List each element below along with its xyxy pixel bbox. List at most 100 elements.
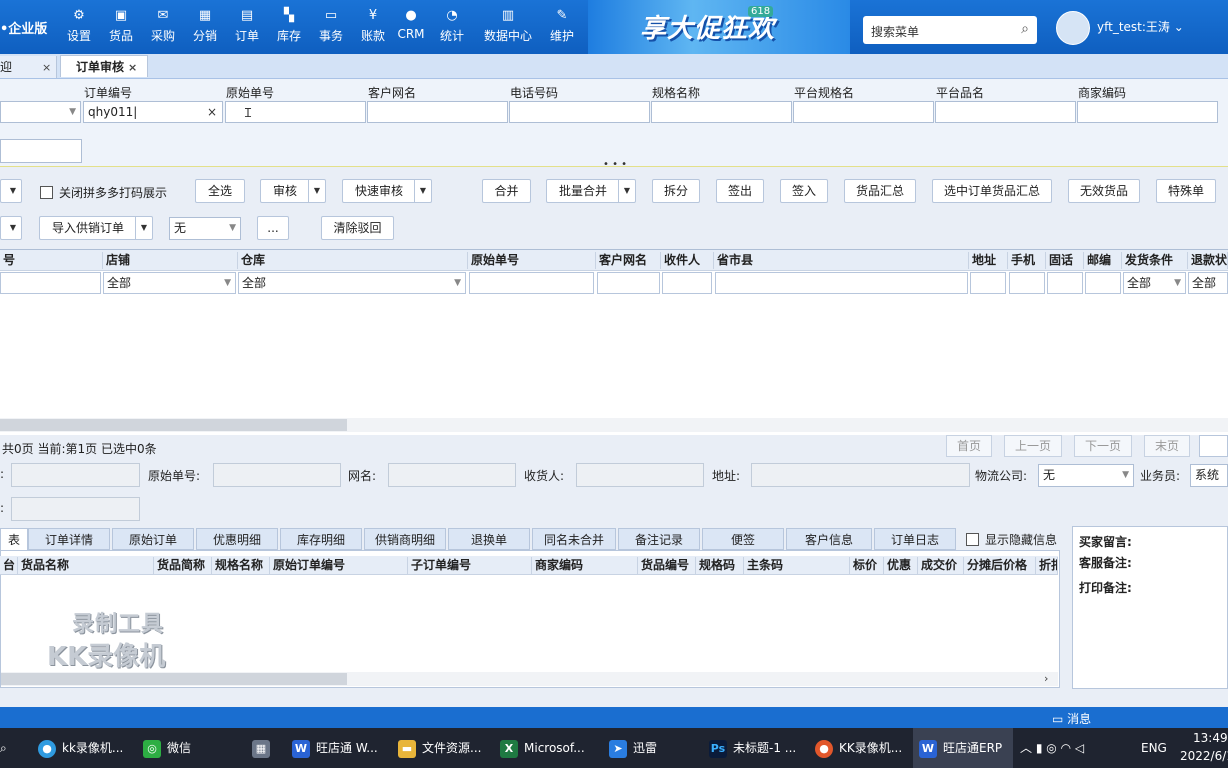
- col-allocated-price[interactable]: 分摊后价格: [964, 557, 1036, 574]
- chevron-right-icon[interactable]: ›: [1044, 672, 1048, 685]
- tab-welcome[interactable]: 迎 ×: [0, 56, 57, 78]
- nav-purchase[interactable]: ✉ 采购: [143, 8, 183, 44]
- col-region[interactable]: 省市县: [714, 252, 969, 269]
- btab-original-order[interactable]: 原始订单: [112, 528, 194, 550]
- taskbar-app-kk[interactable]: ● kk录像机...: [38, 738, 123, 758]
- col-deal-price[interactable]: 成交价: [918, 557, 964, 574]
- nav-inventory[interactable]: ▚ 库存: [269, 8, 309, 44]
- clear-icon[interactable]: ×: [207, 102, 217, 122]
- clock-time[interactable]: 13:49: [1193, 731, 1228, 745]
- col-orig-order-no[interactable]: 原始订单编号: [270, 557, 408, 574]
- status-select[interactable]: ▼: [0, 101, 81, 123]
- splitter-handle[interactable]: • • •: [603, 159, 627, 170]
- nav-goods[interactable]: ▣ 货品: [101, 8, 141, 44]
- filter-mobile[interactable]: [1009, 272, 1045, 294]
- filter-refund[interactable]: 全部: [1188, 272, 1228, 294]
- prev-page-button[interactable]: 上一页: [1004, 435, 1062, 457]
- col-goods-short[interactable]: 货品简称: [154, 557, 212, 574]
- nav-data-center[interactable]: ▥ 数据中心: [480, 8, 536, 44]
- first-page-button[interactable]: 首页: [946, 435, 992, 457]
- pdd-mask-checkbox[interactable]: [40, 186, 53, 199]
- more-button[interactable]: ...: [257, 216, 289, 240]
- orig-no-input[interactable]: Ｉ: [225, 101, 366, 123]
- order-no-input[interactable]: qhy011| ×: [83, 101, 223, 123]
- chevron-down-icon[interactable]: ▼: [618, 180, 635, 202]
- btab-remarks[interactable]: 备注记录: [618, 528, 700, 550]
- filter-tel[interactable]: [1047, 272, 1083, 294]
- close-icon[interactable]: ×: [42, 61, 51, 74]
- nav-crm[interactable]: ● CRM: [391, 8, 431, 41]
- sign-out-button[interactable]: 签出: [716, 179, 764, 203]
- split-button[interactable]: 拆分: [652, 179, 700, 203]
- filter-zip[interactable]: [1085, 272, 1121, 294]
- invalid-goods-button[interactable]: 无效货品: [1068, 179, 1140, 203]
- select-all-button[interactable]: 全选: [195, 179, 245, 203]
- taskbar-app-wdt-erp[interactable]: W 旺店通ERP: [919, 738, 1002, 758]
- page-number-input[interactable]: [1199, 435, 1228, 457]
- btab-list[interactable]: 表: [0, 528, 28, 550]
- left-dropdown-button[interactable]: ▼: [0, 179, 22, 203]
- col-mobile[interactable]: 手机: [1008, 252, 1046, 269]
- extra-filter-input[interactable]: [0, 139, 82, 163]
- col-customer[interactable]: 客户网名: [596, 252, 661, 269]
- col-spec-name[interactable]: 规格名称: [212, 557, 270, 574]
- import-supply-order-button[interactable]: 导入供销订单 ▼: [39, 216, 153, 240]
- menu-search-input[interactable]: 搜索菜单 ⌕: [863, 16, 1037, 44]
- left-dropdown-button-2[interactable]: ▼: [0, 216, 22, 240]
- clock-date[interactable]: 2022/6/1: [1180, 749, 1228, 763]
- selected-goods-summary-button[interactable]: 选中订单货品汇总: [932, 179, 1052, 203]
- tray-icons[interactable]: ︿ ▮ ◎ ◠ ◁: [1020, 738, 1084, 758]
- col-order-no[interactable]: 号: [0, 252, 103, 269]
- col-discount[interactable]: 优惠: [884, 557, 918, 574]
- col-rebate[interactable]: 折扣: [1036, 557, 1058, 574]
- filter-warehouse[interactable]: 全部 ▼: [238, 272, 466, 294]
- salesman-select[interactable]: 系统: [1190, 464, 1228, 487]
- merchant-code-input[interactable]: [1077, 101, 1218, 123]
- taskbar-app-excel[interactable]: X Microsof...: [500, 738, 585, 758]
- col-spec-code[interactable]: 规格码: [696, 557, 744, 574]
- goods-summary-button[interactable]: 货品汇总: [844, 179, 916, 203]
- logistics-select[interactable]: 无 ▼: [1038, 464, 1134, 487]
- taskbar-app-kk2[interactable]: ● KK录像机...: [815, 738, 902, 758]
- filter-ship-cond[interactable]: 全部 ▼: [1123, 272, 1186, 294]
- chevron-down-icon[interactable]: ▼: [135, 217, 152, 239]
- taskbar-app-wdt[interactable]: W 旺店通 W...: [292, 738, 378, 758]
- col-ship-cond[interactable]: 发货条件: [1122, 252, 1188, 269]
- taskbar-app-wechat[interactable]: ◎ 微信: [143, 738, 191, 758]
- promo-banner[interactable]: 享大促狂欢 618: [588, 0, 850, 54]
- last-page-button[interactable]: 末页: [1144, 435, 1190, 457]
- btab-order-log[interactable]: 订单日志: [874, 528, 956, 550]
- filter-customer[interactable]: [597, 272, 660, 294]
- chevron-down-icon[interactable]: ▼: [414, 180, 431, 202]
- platform-spec-input[interactable]: [793, 101, 934, 123]
- chevron-down-icon[interactable]: ▼: [308, 180, 325, 202]
- audit-button[interactable]: 审核 ▼: [260, 179, 326, 203]
- nav-settings[interactable]: ⚙ 设置: [59, 8, 99, 44]
- filter-order-no[interactable]: [0, 272, 101, 294]
- search-icon[interactable]: ⌕: [0, 738, 7, 758]
- col-refund[interactable]: 退款状: [1188, 252, 1228, 269]
- next-page-button[interactable]: 下一页: [1074, 435, 1132, 457]
- taskbar-app-calculator[interactable]: ▦: [252, 738, 276, 758]
- platform-product-input[interactable]: [935, 101, 1076, 123]
- message-button[interactable]: ▭ 消息: [1052, 710, 1091, 727]
- avatar[interactable]: [1056, 11, 1090, 45]
- nav-affairs[interactable]: ▭ 事务: [311, 8, 351, 44]
- merge-button[interactable]: 合并: [482, 179, 531, 203]
- col-merchant-code[interactable]: 商家编码: [532, 557, 638, 574]
- spec-name-input[interactable]: [651, 101, 792, 123]
- col-warehouse[interactable]: 仓库: [238, 252, 468, 269]
- btab-order-detail[interactable]: 订单详情: [28, 528, 110, 550]
- filter-orig-no[interactable]: [469, 272, 594, 294]
- col-shop[interactable]: 店铺: [103, 252, 238, 269]
- taskbar-app-xunlei[interactable]: ➤ 迅雷: [609, 738, 657, 758]
- nav-stats[interactable]: ◔ 统计: [432, 8, 472, 44]
- nav-accounts[interactable]: ¥ 账款: [353, 8, 393, 44]
- quick-audit-button[interactable]: 快速审核 ▼: [342, 179, 432, 203]
- nav-orders[interactable]: ▤ 订单: [227, 8, 267, 44]
- batch-merge-button[interactable]: 批量合并 ▼: [546, 179, 636, 203]
- col-barcode[interactable]: 主条码: [744, 557, 850, 574]
- col-address[interactable]: 地址: [969, 252, 1008, 269]
- scrollbar-thumb[interactable]: [1, 673, 347, 685]
- close-icon[interactable]: ×: [128, 61, 137, 74]
